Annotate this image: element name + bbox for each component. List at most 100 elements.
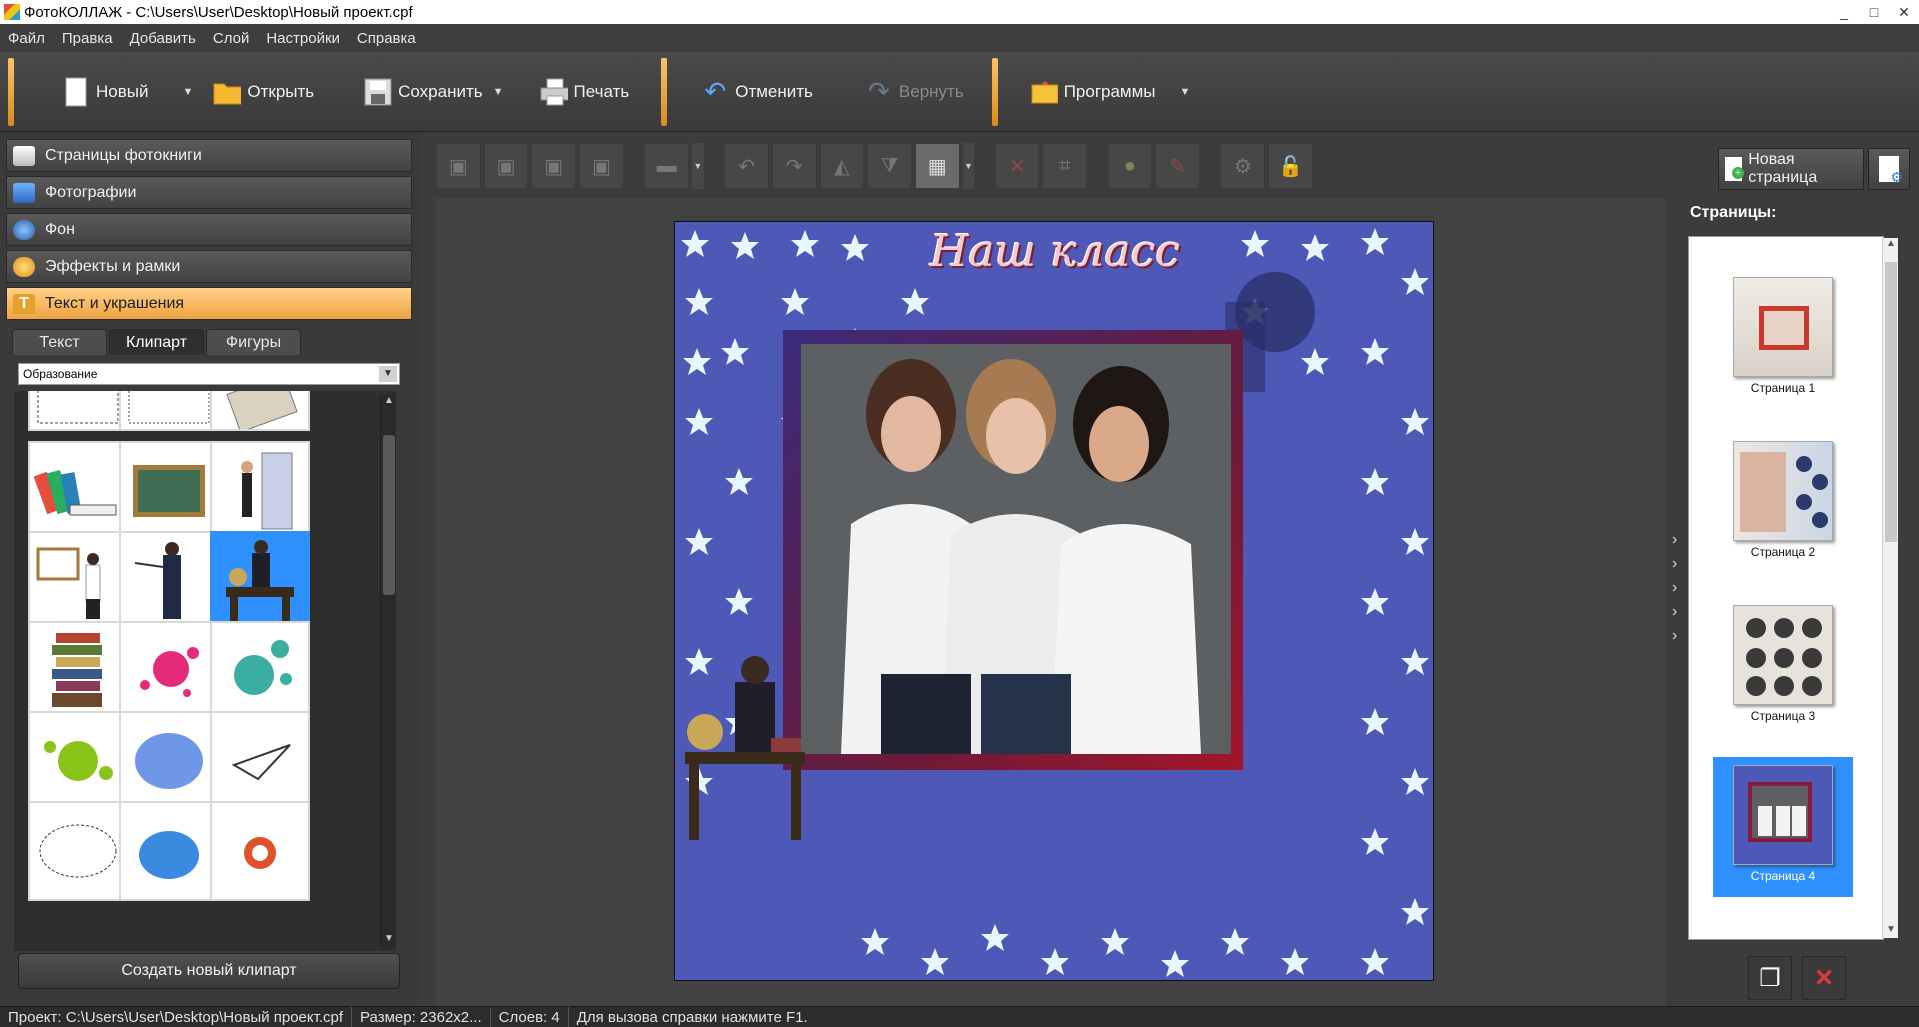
category-select[interactable]: Образование ▼: [18, 363, 400, 385]
toolbar-separator: [661, 57, 668, 126]
collapse-arrow-icon[interactable]: ›: [1672, 528, 1684, 552]
clipart-teacher-board-item[interactable]: [210, 441, 310, 541]
clipart-teacher-pointer-item[interactable]: [119, 531, 219, 631]
menu-add[interactable]: Добавить: [130, 30, 196, 47]
section-photos[interactable]: Фотографии: [6, 176, 412, 209]
clipart-bug-item[interactable]: [210, 801, 310, 901]
scrollbar-thumb[interactable]: [1885, 262, 1897, 542]
redo-button[interactable]: ↷ Вернуть: [859, 62, 970, 122]
effects-icon[interactable]: ●: [1107, 143, 1153, 189]
fit-dropdown-icon[interactable]: ▼: [962, 143, 975, 189]
redo-button-label: Вернуть: [898, 81, 964, 101]
scroll-up-icon[interactable]: ▲: [381, 395, 397, 409]
status-bar: Проект: C:\Users\User\Desktop\Новый прое…: [0, 1006, 1919, 1027]
floppy-disk-icon: [364, 75, 392, 109]
canvas-heading[interactable]: Наш класс: [895, 226, 1215, 277]
eyedropper-icon[interactable]: ✎: [1155, 143, 1200, 189]
clipart-pink-splash-item[interactable]: [119, 621, 219, 721]
lock-icon[interactable]: 🔓: [1268, 143, 1313, 189]
menu-layer[interactable]: Слой: [213, 30, 249, 47]
clipart-board-item[interactable]: [210, 391, 310, 431]
clipart-teal-splash-item[interactable]: [210, 621, 310, 721]
tab-shapes[interactable]: Фигуры: [206, 329, 301, 355]
scroll-up-icon[interactable]: ▲: [1883, 238, 1899, 252]
clipart-teacher-desk-item[interactable]: [210, 531, 310, 631]
collapse-arrow-icon[interactable]: ›: [1672, 576, 1684, 600]
send-back-icon[interactable]: ▣: [579, 143, 624, 189]
crop-icon[interactable]: ⌗: [1042, 143, 1088, 189]
tab-text[interactable]: Текст: [12, 329, 107, 355]
page-item[interactable]: Страница 3: [1713, 597, 1853, 737]
page-item-selected[interactable]: Страница 4: [1713, 757, 1853, 897]
section-effects-frames[interactable]: Эффекты и рамки: [6, 250, 412, 283]
collapse-arrow-icon[interactable]: ›: [1672, 600, 1684, 624]
clipart-frame-item[interactable]: [119, 391, 219, 431]
toolbar-separator: [8, 57, 14, 126]
clipart-paper-plane-item[interactable]: [210, 711, 310, 811]
rotate-left-icon[interactable]: ↶: [724, 143, 769, 189]
section-background[interactable]: Фон: [6, 213, 412, 246]
delete-page-button[interactable]: ✕: [1802, 956, 1846, 1000]
clipart-teacher-easel-item[interactable]: [28, 531, 128, 631]
status-hint: Для вызова справки нажмите F1.: [576, 1008, 808, 1026]
new-dropdown-icon[interactable]: ▼: [182, 86, 193, 98]
fit-icon[interactable]: ▦: [914, 143, 960, 189]
collapse-arrow-icon[interactable]: ›: [1672, 624, 1684, 648]
page-item[interactable]: Страница 2: [1713, 433, 1853, 573]
bring-forward-icon[interactable]: ▣: [483, 143, 529, 189]
save-dropdown-icon[interactable]: ▼: [493, 86, 504, 98]
clipart-book-stack-item[interactable]: [28, 621, 128, 721]
scrollbar-thumb[interactable]: [383, 435, 395, 595]
maximize-button[interactable]: □: [1859, 4, 1889, 20]
menu-edit[interactable]: Правка: [62, 30, 113, 47]
save-button[interactable]: Сохранить: [358, 62, 488, 122]
section-text-decorations[interactable]: T Текст и украшения: [6, 287, 412, 320]
group-photo[interactable]: [801, 344, 1231, 754]
clipart-books-item[interactable]: [28, 441, 128, 541]
collage-canvas[interactable]: Наш класс: [674, 221, 1434, 981]
menu-help[interactable]: Справка: [357, 30, 416, 47]
programs-button[interactable]: Программы: [1024, 62, 1162, 122]
align-dropdown-icon[interactable]: ▼: [691, 143, 704, 189]
delete-icon[interactable]: ✕: [994, 143, 1040, 189]
chevron-down-icon[interactable]: ▼: [379, 366, 397, 382]
clipart-oval-frame-item[interactable]: [28, 801, 128, 901]
minimize-button[interactable]: _: [1829, 4, 1859, 20]
collapse-arrow-icon[interactable]: ›: [1672, 552, 1684, 576]
open-button[interactable]: Открыть: [207, 62, 320, 122]
flip-horizontal-icon[interactable]: ◭: [819, 143, 865, 189]
page-item[interactable]: Страница 1: [1713, 269, 1853, 409]
tab-clipart[interactable]: Клипарт: [109, 329, 204, 355]
pages-scrollbar[interactable]: ▲ ▼: [1882, 238, 1898, 938]
clipart-frame-item[interactable]: [28, 391, 128, 431]
teacher-desk-clipart[interactable]: [675, 642, 815, 842]
scroll-down-icon[interactable]: ▼: [381, 933, 397, 947]
menu-settings[interactable]: Настройки: [266, 30, 340, 47]
clipart-green-splash-item[interactable]: [28, 711, 128, 811]
rotate-right-icon[interactable]: ↷: [771, 143, 817, 189]
clipart-scrollbar[interactable]: ▲ ▼: [380, 395, 396, 947]
flip-vertical-icon[interactable]: ⧩: [867, 143, 912, 189]
clipart-blue-splash-item[interactable]: [119, 801, 219, 901]
menu-file[interactable]: Файл: [8, 30, 45, 47]
close-button[interactable]: ✕: [1889, 4, 1919, 21]
align-icon[interactable]: ▬: [644, 143, 689, 189]
clipart-blue-watercolor-item[interactable]: [119, 711, 219, 811]
settings-icon[interactable]: ⚙: [1220, 143, 1266, 189]
create-clipart-button[interactable]: Создать новый клипарт: [18, 953, 400, 989]
programs-dropdown-icon[interactable]: ▼: [1180, 86, 1191, 98]
new-page-button[interactable]: Новая страница: [1718, 148, 1864, 190]
undo-button[interactable]: ↶ Отменить: [695, 62, 819, 122]
clipart-chalkboard-item[interactable]: [119, 441, 219, 541]
bring-front-icon[interactable]: ▣: [436, 143, 481, 189]
duplicate-page-button[interactable]: ❐: [1748, 956, 1792, 1000]
new-button[interactable]: Новый: [56, 62, 154, 122]
section-photobook-pages[interactable]: Страницы фотокниги: [6, 139, 412, 172]
scroll-down-icon[interactable]: ▼: [1883, 924, 1899, 938]
photo-icon: [13, 182, 35, 203]
send-backward-icon[interactable]: ▣: [531, 143, 577, 189]
print-button[interactable]: Печать: [534, 62, 636, 122]
page-settings-button[interactable]: [1868, 148, 1910, 190]
panel-collapse-arrows[interactable]: › › › › ›: [1672, 528, 1684, 648]
save-button-label: Сохранить: [398, 81, 483, 101]
